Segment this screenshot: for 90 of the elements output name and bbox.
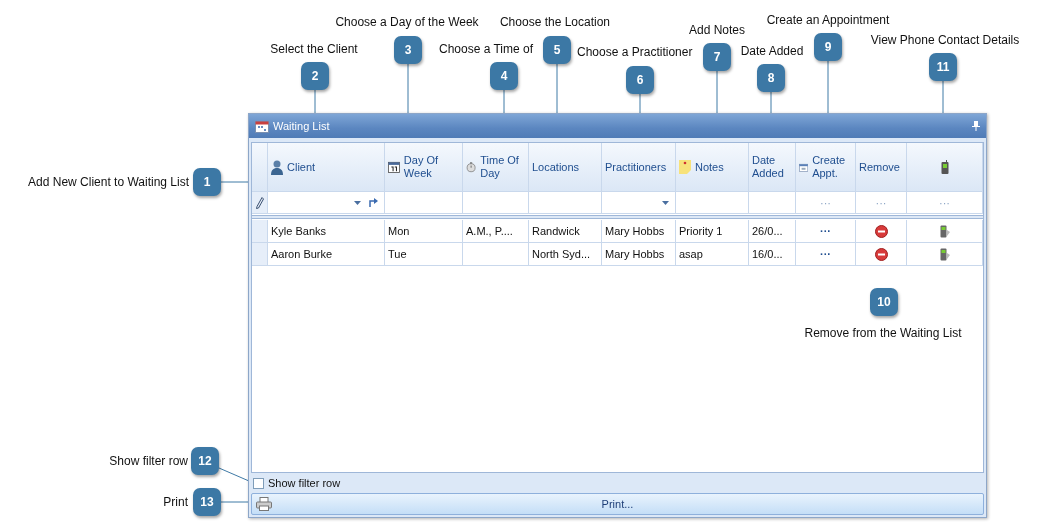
create-appointment-button[interactable]: ··· xyxy=(820,248,831,260)
callout-badge: 6 xyxy=(626,66,654,94)
column-header[interactable]: Remove xyxy=(856,143,907,192)
create-appointment-button[interactable]: ··· xyxy=(820,225,831,237)
callout-badge: 2 xyxy=(301,62,329,90)
mobile-phone-icon[interactable] xyxy=(939,247,950,261)
callout-badge: 8 xyxy=(757,64,785,92)
table-cell: Tue xyxy=(385,243,463,266)
table-cell: Priority 1 xyxy=(676,220,749,243)
print-button[interactable]: Print... xyxy=(251,493,984,515)
callout-badge: 5 xyxy=(543,36,571,64)
filter-cell[interactable] xyxy=(676,192,749,214)
table-cell: Aaron Burke xyxy=(268,243,385,266)
column-header[interactable]: Practitioners xyxy=(602,143,676,192)
filter-cell[interactable] xyxy=(749,192,796,214)
callout-label: Add Notes xyxy=(689,22,745,38)
callout-badge: 3 xyxy=(394,36,422,64)
calendar-icon xyxy=(255,119,269,133)
show-filter-row-checkbox[interactable] xyxy=(253,477,264,489)
callout-label: Show filter row xyxy=(109,453,188,469)
callout-label: Create an Appointment xyxy=(766,12,890,28)
person-icon xyxy=(271,159,283,175)
column-header[interactable]: Date Added xyxy=(749,143,796,192)
table-cell: Mary Hobbs xyxy=(602,243,676,266)
leader-line xyxy=(770,91,772,114)
mobile-phone-icon xyxy=(940,160,949,174)
callout-label: Choose a Time of xyxy=(439,41,534,57)
leader-line xyxy=(220,501,249,503)
checkbox-label: Show filter row xyxy=(268,477,341,489)
sticky-note-icon xyxy=(679,160,691,174)
leader-line xyxy=(314,89,316,114)
table-cell: Mary Hobbs xyxy=(602,220,676,243)
table-cell: Mon xyxy=(385,220,463,243)
stopwatch-icon xyxy=(466,160,477,174)
callout-label: Choose a Day of the Week xyxy=(335,14,479,30)
callout-badge: 10 xyxy=(870,288,898,316)
callout-badge: 7 xyxy=(703,43,731,71)
filter-cell[interactable] xyxy=(463,192,529,214)
callout-badge: 12 xyxy=(191,447,219,475)
table-cell: asap xyxy=(676,243,749,266)
callout-label: Date Added xyxy=(740,43,804,59)
callout-label: Remove from the Waiting List xyxy=(804,325,962,341)
filter-cell[interactable] xyxy=(268,192,385,214)
callout-badge: 1 xyxy=(193,168,221,196)
table-cell: Randwick xyxy=(529,220,602,243)
remove-icon[interactable] xyxy=(874,247,888,261)
leader-line xyxy=(827,60,829,114)
table-cell: Kyle Banks xyxy=(268,220,385,243)
callout-label: Add New Client to Waiting List xyxy=(28,174,189,190)
filter-cell[interactable] xyxy=(385,192,463,214)
callout-label: Print xyxy=(163,494,188,510)
leader-line xyxy=(716,70,718,114)
column-header[interactable]: Notes xyxy=(676,143,749,192)
callout-label: Choose the Location xyxy=(499,14,611,30)
printer-icon xyxy=(256,497,272,511)
callout-badge: 11 xyxy=(929,53,957,81)
leader-line xyxy=(220,181,249,183)
pin-icon[interactable] xyxy=(972,121,980,131)
filter-cell[interactable] xyxy=(529,192,602,214)
window-title: Waiting List xyxy=(273,120,330,132)
leader-line xyxy=(218,467,250,482)
table-cell: North Syd... xyxy=(529,243,602,266)
table-cell xyxy=(463,243,529,266)
callout-label: View Phone Contact Details xyxy=(870,32,1020,48)
leader-line xyxy=(503,89,505,114)
callout-badge: 9 xyxy=(814,33,842,61)
table-cell: A.M., P.... xyxy=(463,220,529,243)
column-header[interactable]: Create Appt. xyxy=(796,143,856,192)
table-cell: 26/0... xyxy=(749,220,796,243)
leader-line xyxy=(556,63,558,114)
column-header[interactable]: Locations xyxy=(529,143,602,192)
column-header[interactable]: Day Of Week xyxy=(385,143,463,192)
callout-label: Choose a Practitioner xyxy=(577,44,693,60)
calendar-icon xyxy=(388,160,400,174)
dropdown-arrow-icon[interactable] xyxy=(354,200,361,205)
callout-badge: 13 xyxy=(193,488,221,516)
column-header[interactable]: Time Of Day xyxy=(463,143,529,192)
filter-cell[interactable] xyxy=(602,192,676,214)
table-cell: 16/0... xyxy=(749,243,796,266)
mobile-phone-icon[interactable] xyxy=(939,224,950,238)
column-header[interactable]: Client xyxy=(268,143,385,192)
leader-line xyxy=(639,93,641,114)
callout-label: Select the Client xyxy=(270,41,358,57)
pencil-icon xyxy=(255,196,264,209)
remove-icon[interactable] xyxy=(874,224,888,238)
leader-line xyxy=(407,63,409,114)
callout-badge: 4 xyxy=(490,62,518,90)
leader-line xyxy=(942,80,944,114)
apply-arrow-icon[interactable] xyxy=(369,198,378,207)
dropdown-arrow-icon[interactable] xyxy=(662,200,669,205)
